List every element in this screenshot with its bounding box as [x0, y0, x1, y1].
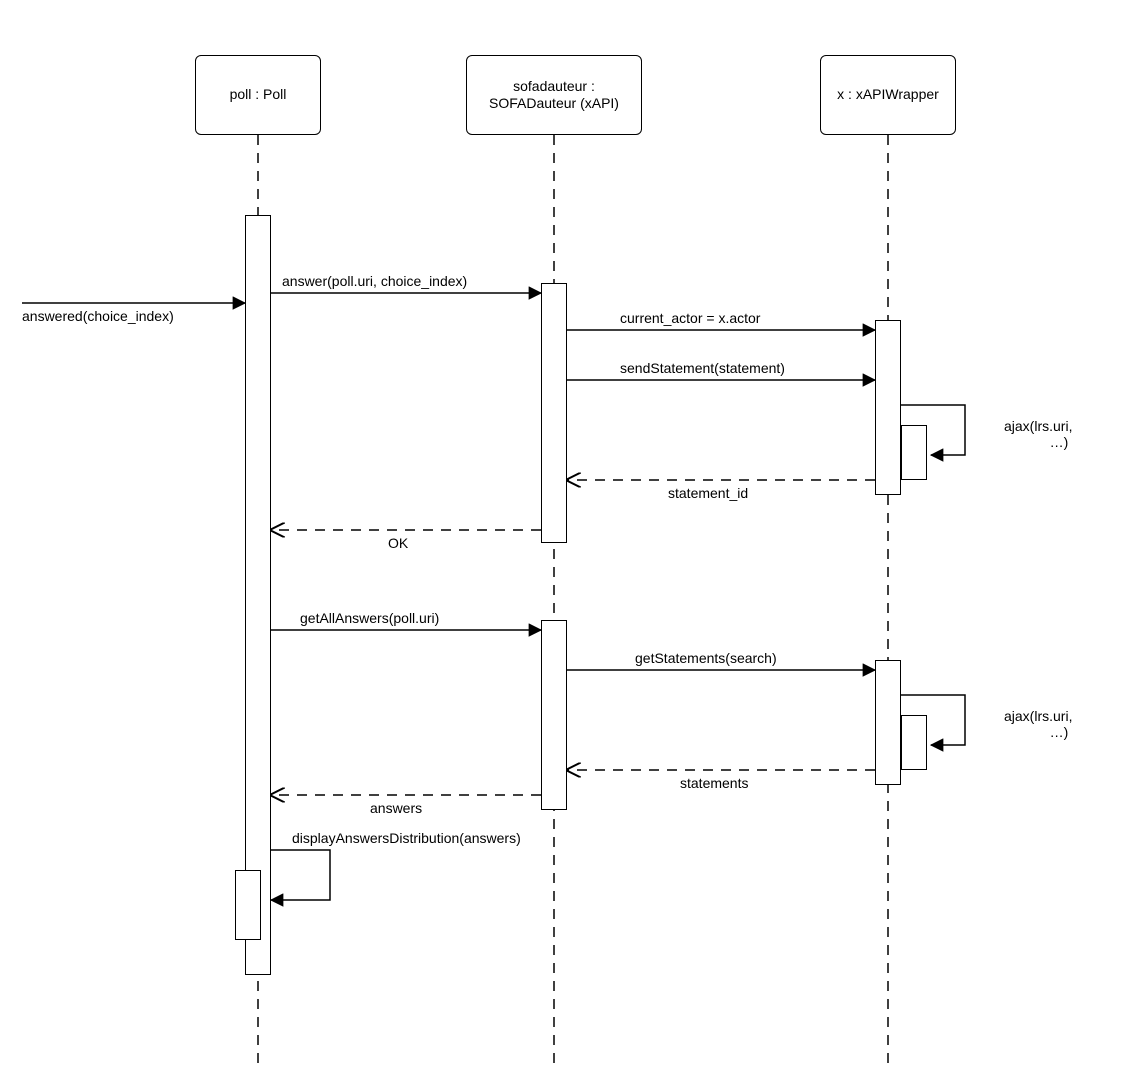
sequence-diagram: poll : Poll sofadauteur : SOFADauteur (x… — [0, 0, 1137, 1080]
msg-ajax-1-line2: …) — [1004, 434, 1114, 450]
msg-answered: answered(choice_index) — [22, 308, 174, 324]
activation-xapi-self-1 — [901, 425, 927, 480]
msg-ajax-2-line1: ajax(lrs.uri, — [1004, 708, 1114, 724]
participant-sofa-label-1: sofadauteur : — [489, 78, 619, 96]
activation-poll-self — [235, 870, 261, 940]
msg-answers: answers — [370, 800, 422, 816]
msg-ajax-1-line1: ajax(lrs.uri, — [1004, 418, 1114, 434]
activation-xapi-2 — [875, 660, 901, 785]
msg-get-statements: getStatements(search) — [635, 650, 777, 666]
participant-sofadauteur: sofadauteur : SOFADauteur (xAPI) — [466, 55, 642, 135]
participant-xapiwrapper: x : xAPIWrapper — [820, 55, 956, 135]
msg-ajax-1: ajax(lrs.uri, …) — [1004, 418, 1114, 450]
msg-statements: statements — [680, 775, 748, 791]
activation-poll-main — [245, 215, 271, 975]
participant-poll: poll : Poll — [195, 55, 321, 135]
msg-ajax-2: ajax(lrs.uri, …) — [1004, 708, 1114, 740]
activation-xapi-self-2 — [901, 715, 927, 770]
msg-display-answers: displayAnswersDistribution(answers) — [292, 830, 521, 846]
participant-xapi-label: x : xAPIWrapper — [837, 86, 939, 104]
msg-get-all-answers: getAllAnswers(poll.uri) — [300, 610, 439, 626]
msg-statement-id: statement_id — [668, 485, 748, 501]
msg-ok: OK — [388, 535, 408, 551]
msg-send-statement: sendStatement(statement) — [620, 360, 785, 376]
activation-xapi-1 — [875, 320, 901, 495]
diagram-lines — [0, 0, 1137, 1080]
msg-answer: answer(poll.uri, choice_index) — [282, 273, 467, 289]
msg-ajax-2-line2: …) — [1004, 724, 1114, 740]
participant-poll-label: poll : Poll — [230, 86, 287, 104]
activation-sofa-2 — [541, 620, 567, 810]
activation-sofa-1 — [541, 283, 567, 543]
participant-sofa-label-2: SOFADauteur (xAPI) — [489, 95, 619, 113]
msg-current-actor: current_actor = x.actor — [620, 310, 760, 326]
